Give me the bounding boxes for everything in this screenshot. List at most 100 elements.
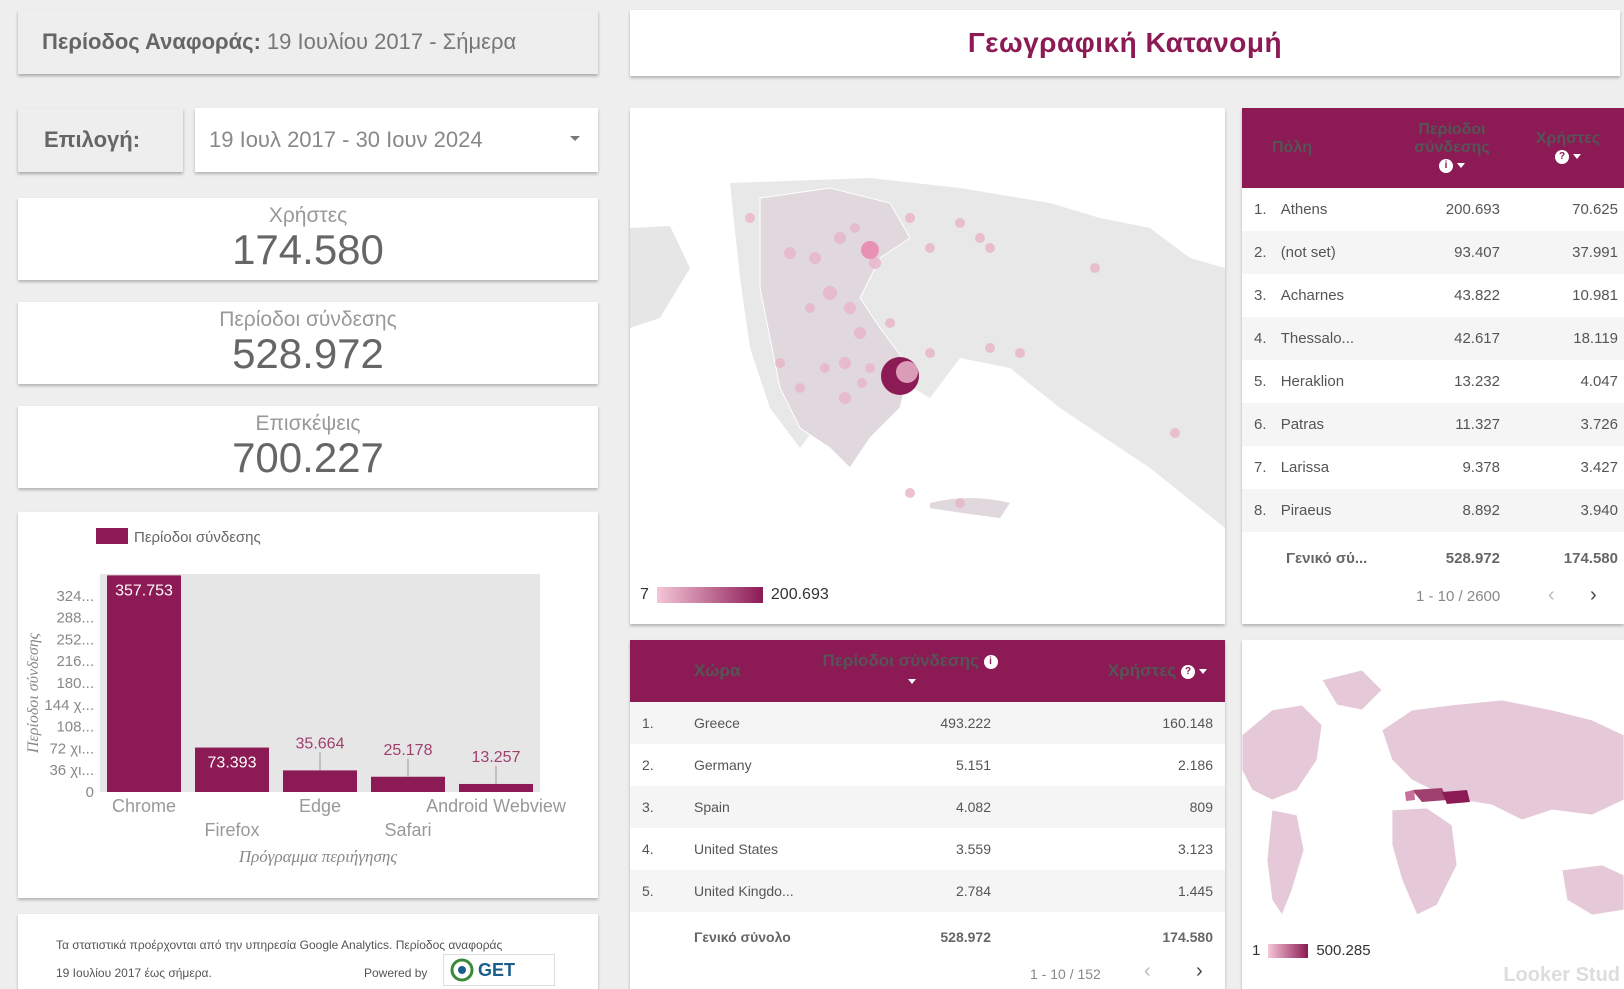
y-axis-label: Περίοδοι σύνδεσης	[25, 632, 42, 754]
footer-text-1: Τα στατιστικά προέρχονται από την υπηρεσ…	[56, 938, 503, 952]
kpi-label: Επισκέψεις	[255, 412, 361, 435]
help-icon: ?	[1181, 664, 1195, 679]
table-row[interactable]: 5. United Kingdo... 2.784 1.445	[630, 870, 1225, 912]
data-label: 357.753	[115, 582, 173, 599]
country-cell: 4. United States	[630, 828, 815, 870]
country-name: Germany	[694, 757, 752, 773]
header-users[interactable]: Χρήστες ?	[1512, 108, 1624, 188]
sessions-cell: 200.693	[1445, 201, 1500, 218]
y-tick-label: 288...	[56, 610, 94, 627]
header-country[interactable]: Χώρα	[630, 640, 815, 702]
sessions-cell: 43.822	[1454, 287, 1500, 304]
sessions-cell: 42.617	[1392, 317, 1512, 360]
table-row[interactable]: 2. (not set) 93.407 37.991	[1242, 231, 1624, 274]
table-row[interactable]: 6. Patras 11.327 3.726	[1242, 403, 1624, 446]
world-map-graphic	[1242, 669, 1624, 916]
header-users[interactable]: Χρήστες ?	[1005, 640, 1225, 702]
row-index: 5.	[1254, 373, 1267, 390]
powered-by-text: Powered by	[364, 966, 428, 980]
table-row[interactable]: 3. Spain 4.082 809	[630, 786, 1225, 828]
data-label: 35.664	[296, 735, 345, 752]
info-icon: i	[1439, 158, 1453, 173]
legend-max: 200.693	[770, 586, 829, 603]
data-label: 25.178	[384, 742, 433, 759]
sessions-cell: 3.559	[955, 841, 991, 857]
city-cell: 5. Heraklion	[1242, 360, 1392, 403]
sessions-cell: 5.151	[955, 757, 991, 773]
table-row[interactable]: 7. Larissa 9.378 3.427	[1242, 446, 1624, 489]
world-geo-map[interactable]: 1 500.285 Looker Stud	[1242, 640, 1624, 989]
y-tick-label: 180...	[56, 675, 94, 692]
users-cell: 3.726	[1512, 403, 1624, 446]
footer-text-2: 19 Ιουλίου 2017 έως σήμερα.	[56, 966, 212, 980]
users-cell: 4.047	[1580, 373, 1618, 390]
logo-text: GET	[478, 959, 516, 980]
sessions-cell: 2.784	[815, 870, 1005, 912]
table-total-row: Γενικό σύνολο 528.972 174.580	[630, 912, 1225, 962]
total-label: Γενικό σύ...	[1286, 549, 1368, 567]
table-row[interactable]: 4. United States 3.559 3.123	[630, 828, 1225, 870]
legend-label: Περίοδοι σύνδεσης	[134, 529, 261, 546]
city-cell: 3. Acharnes	[1242, 274, 1392, 317]
row-index: 8.	[1254, 502, 1267, 519]
header-city[interactable]: Πόλη	[1242, 108, 1392, 188]
country-name: United States	[694, 841, 779, 857]
looker-studio-watermark: Looker Stud	[1503, 964, 1620, 986]
browser-chart-card: Περίοδοι σύνδεσης 0 36 χι... 72 χι... 108...…	[18, 512, 598, 898]
table-row[interactable]: 1. Athens 200.693 70.625	[1242, 188, 1624, 231]
city-cell: 7. Larissa	[1242, 446, 1392, 489]
table-row[interactable]: 5. Heraklion 13.232 4.047	[1242, 360, 1624, 403]
greece-map-graphic	[630, 108, 1225, 624]
x-tick-label: Firefox	[204, 820, 259, 840]
date-range-dropdown[interactable]: 19 Ιουλ 2017 - 30 Ιουν 2024	[195, 108, 598, 172]
country-name: Greece	[694, 715, 740, 731]
table-row[interactable]: 2. Germany 5.151 2.186	[630, 744, 1225, 786]
kpi-value: 174.580	[232, 226, 384, 273]
row-index: 2.	[1254, 244, 1267, 261]
sessions-cell: 8.892	[1392, 489, 1512, 532]
next-page-icon[interactable]: ›	[1196, 960, 1203, 983]
country-name: Spain	[694, 799, 730, 815]
sort-icon	[1573, 154, 1581, 160]
next-page-icon[interactable]: ›	[1590, 584, 1597, 607]
kpi-value: 700.227	[232, 434, 384, 481]
y-tick-label: 252...	[56, 631, 94, 648]
get-logo[interactable]: GET	[443, 954, 555, 986]
greece-bubble-map[interactable]: 7 200.693	[630, 108, 1225, 624]
x-tick-label: Chrome	[112, 796, 176, 816]
users-cell: 18.119	[1512, 317, 1624, 360]
kpi-value: 528.972	[232, 330, 384, 377]
prev-page-icon[interactable]: ‹	[1548, 584, 1555, 607]
header-sessions[interactable]: Περίοδοι σύνδεσης i	[1392, 108, 1512, 188]
header-users-label: Χρήστες	[1535, 130, 1601, 147]
report-period: Περίοδος Αναφοράς: 19 Ιουλίου 2017 - Σήμ…	[18, 10, 598, 74]
legend-min: 1	[1252, 942, 1261, 959]
country-pager-text: 1 - 10 / 152	[1030, 966, 1101, 982]
country-cell: 3. Spain	[630, 786, 815, 828]
table-row[interactable]: 1. Greece 493.222 160.148	[630, 702, 1225, 744]
bar-android-webview	[459, 783, 533, 792]
data-label: 13.257	[472, 749, 521, 766]
browser-bar-chart: Περίοδοι σύνδεσης 0 36 χι... 72 χι... 108...…	[25, 528, 567, 866]
prev-page-icon[interactable]: ‹	[1144, 960, 1151, 983]
city-cell: 6. Patras	[1242, 403, 1392, 446]
country-table: Χώρα Περίοδοι σύνδεσης i Χρήστες ? 1. Gre…	[630, 640, 1225, 989]
sessions-cell: 13.232	[1454, 373, 1500, 390]
info-icon: i	[983, 654, 998, 669]
table-row[interactable]: 3. Acharnes 43.822 10.981	[1242, 274, 1624, 317]
y-tick-label: 144 χ...	[44, 697, 94, 714]
users-cell: 3.427	[1580, 459, 1618, 476]
logo-mark-icon	[450, 958, 474, 982]
table-row[interactable]: 4. Thessalo... 42.617 18.119	[1242, 317, 1624, 360]
table-row[interactable]: 8. Piraeus 8.892 3.940	[1242, 489, 1624, 532]
row-index: 3.	[1254, 287, 1267, 304]
users-cell: 3.940	[1512, 489, 1624, 532]
sessions-cell: 93.407	[1392, 231, 1512, 274]
date-selector-label: Επιλογή:	[18, 108, 183, 172]
header-sessions[interactable]: Περίοδοι σύνδεσης i	[815, 640, 1005, 702]
y-tick-label: 216...	[56, 653, 94, 670]
kpi-sessions: Περίοδοι σύνδεσης 528.972	[18, 302, 598, 384]
kpi-users: Χρήστες 174.580	[18, 198, 598, 280]
table-header-row: Πόλη Περίοδοι σύνδεσης i Χρήστες ?	[1242, 108, 1624, 188]
bar-chrome	[107, 575, 181, 792]
